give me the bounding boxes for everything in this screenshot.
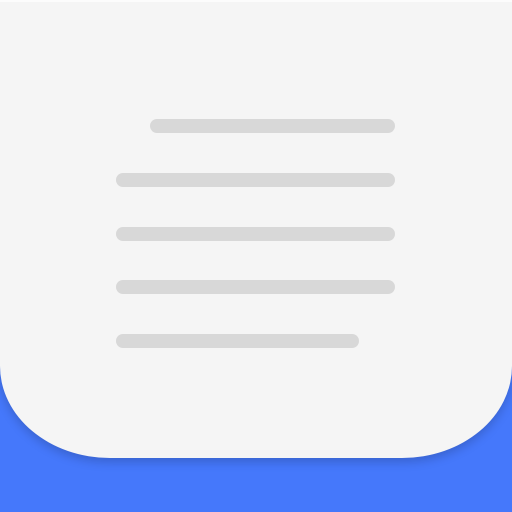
notes-app-icon [0, 0, 512, 512]
document-sheet [0, 0, 512, 458]
text-line-placeholder [116, 334, 359, 348]
text-line-placeholder [116, 173, 395, 187]
text-line-placeholder [150, 119, 395, 133]
text-line-placeholder [116, 280, 395, 294]
text-line-placeholder [116, 227, 395, 241]
